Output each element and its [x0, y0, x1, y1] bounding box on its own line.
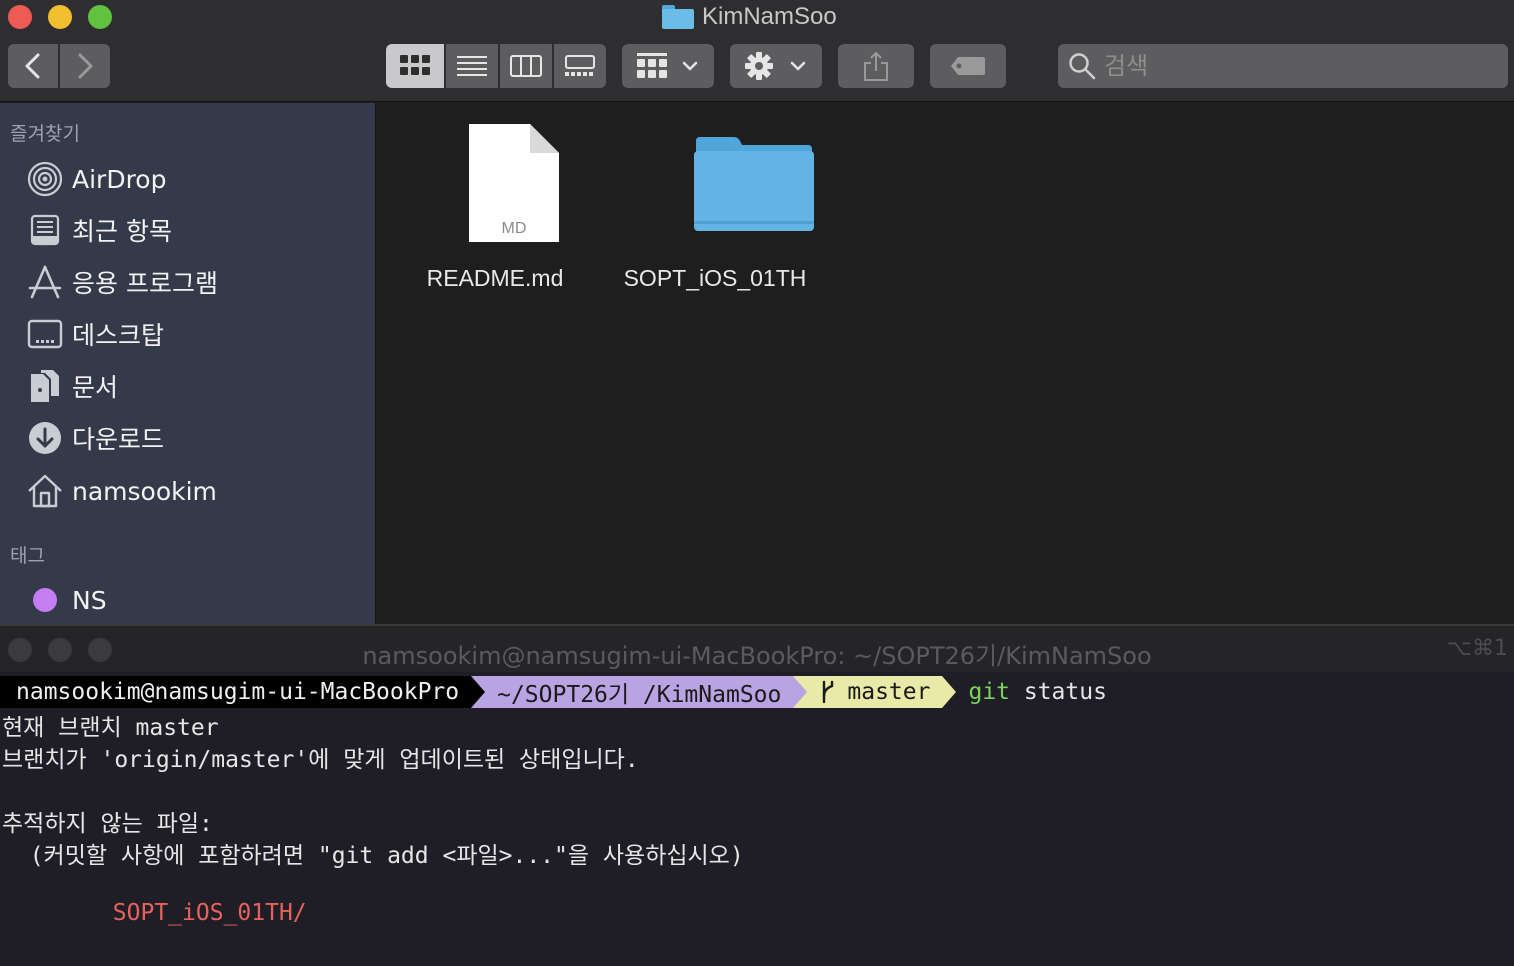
sidebar-section-tags: 태그: [10, 545, 45, 567]
gallery-view-button[interactable]: [554, 44, 606, 88]
gear-icon: [745, 52, 806, 80]
terminal-output[interactable]: namsookim@namsugim-ui-MacBookPro ~/SOPT2…: [0, 674, 1514, 966]
output-line: 현재 브랜치 master: [2, 715, 219, 741]
applications-icon: [26, 263, 64, 301]
file-badge: MD: [502, 220, 527, 237]
sidebar-tag-ns[interactable]: NS: [0, 576, 376, 624]
window-title: KimNamSoo: [662, 2, 837, 32]
sidebar-item-label: 응용 프로그램: [72, 269, 218, 298]
finder-toolbar: KimNamSoo: [0, 0, 1514, 102]
folder-icon: [694, 137, 814, 231]
sidebar-item-desktop[interactable]: 데스크탑: [0, 310, 376, 358]
action-menu-button[interactable]: [730, 44, 822, 88]
prompt-command: git status: [942, 679, 1106, 705]
group-icon: [637, 53, 698, 78]
downloads-icon: [26, 419, 64, 457]
airdrop-icon: [26, 160, 64, 198]
output-line: 추적하지 않는 파일:: [2, 811, 213, 837]
forward-button[interactable]: [60, 44, 110, 88]
list-view-icon: [457, 56, 487, 76]
sidebar-item-downloads[interactable]: 다운로드: [0, 414, 376, 462]
recents-icon: [26, 211, 64, 249]
prompt-branch: master: [847, 679, 931, 705]
prompt-user: namsookim@namsugim-ui-MacBookPro: [16, 679, 460, 705]
sidebar-item-documents[interactable]: 문서: [0, 362, 376, 410]
search-field[interactable]: [1058, 44, 1508, 88]
icon-view-button[interactable]: [386, 44, 444, 88]
share-icon: [864, 51, 888, 81]
chevron-left-icon: [25, 53, 40, 79]
sidebar-item-airdrop[interactable]: AirDrop: [0, 155, 376, 203]
sidebar-tag-label: NS: [72, 585, 107, 615]
output-line: 브랜치가 'origin/master'에 맞게 업데이트된 상태입니다.: [2, 747, 639, 773]
close-window-button[interactable]: [8, 5, 32, 29]
finder-window: KimNamSoo 검색 즐겨찾기 AirDrop 최근 항목 응용 프로그램 …: [0, 0, 1514, 624]
terminal-titlebar: namsookim@namsugim-ui-MacBookPro: ~/SOPT…: [0, 624, 1514, 672]
home-icon: [26, 472, 64, 510]
sidebar: 즐겨찾기 AirDrop 최근 항목 응용 프로그램 데스크탑 문서 다운로드 …: [0, 103, 376, 624]
markdown-document-icon: MD: [469, 124, 559, 242]
group-by-button[interactable]: [622, 44, 714, 88]
window-title-label: KimNamSoo: [702, 3, 837, 30]
terminal-window: namsookim@namsugim-ui-MacBookPro: ~/SOPT…: [0, 624, 1514, 966]
prompt-path: ~/SOPT26기 /KimNamSoo: [497, 682, 782, 708]
sidebar-item-label: AirDrop: [72, 164, 167, 194]
column-view-icon: [510, 55, 542, 77]
minimize-window-button[interactable]: [48, 5, 72, 29]
tag-color-dot-icon: [26, 581, 64, 619]
terminal-title: namsookim@namsugim-ui-MacBookPro: ~/SOPT…: [362, 642, 1152, 670]
share-button[interactable]: [838, 44, 914, 88]
tag-icon: [951, 57, 985, 75]
git-branch-icon: [823, 680, 834, 704]
list-view-button[interactable]: [446, 44, 498, 88]
grid-view-icon: [400, 55, 430, 75]
sidebar-item-recents[interactable]: 최근 항목: [0, 206, 376, 254]
command-git: git: [968, 679, 1011, 705]
prompt-path-segment: ~/SOPT26기 /KimNamSoo: [471, 676, 808, 708]
sidebar-section-favorites: 즐겨찾기: [10, 123, 80, 145]
sidebar-item-applications[interactable]: 응용 프로그램: [0, 258, 376, 306]
file-name: README.md: [426, 265, 564, 291]
zoom-window-button[interactable]: [88, 5, 112, 29]
file-browser-content: MD README.md SOPT_iOS_01TH: [377, 103, 1514, 624]
documents-icon: [26, 367, 64, 405]
command-args: status: [1010, 679, 1107, 705]
sidebar-item-home[interactable]: namsookim: [0, 467, 376, 515]
tag-button[interactable]: [930, 44, 1006, 88]
output-line: (커밋할 사항에 포함하려면 "git add <파일>..."을 사용하십시오…: [2, 843, 744, 869]
prompt-user-segment: namsookim@namsugim-ui-MacBookPro: [0, 676, 486, 708]
folder-icon: [662, 5, 694, 29]
sidebar-item-label: 문서: [72, 373, 119, 402]
terminal-shortcut: ⌥⌘1: [1446, 636, 1508, 661]
desktop-icon: [26, 315, 64, 353]
untracked-file-line: SOPT_iOS_01TH/: [2, 900, 307, 926]
back-button[interactable]: [8, 44, 58, 88]
prompt-git-segment: master: [793, 676, 957, 708]
chevron-right-icon: [78, 53, 93, 79]
sidebar-item-label: 데스크탑: [72, 321, 165, 350]
sidebar-item-label: 다운로드: [72, 425, 165, 454]
prompt-line: namsookim@namsugim-ui-MacBookPro ~/SOPT2…: [0, 676, 1107, 708]
file-name: SOPT_iOS_01TH: [623, 265, 807, 291]
search-icon: [1069, 53, 1096, 80]
sidebar-item-label: 최근 항목: [72, 217, 172, 246]
gallery-view-icon: [565, 55, 595, 76]
column-view-button[interactable]: [500, 44, 552, 88]
search-input[interactable]: [1104, 52, 1484, 80]
sidebar-item-label: namsookim: [72, 476, 217, 506]
